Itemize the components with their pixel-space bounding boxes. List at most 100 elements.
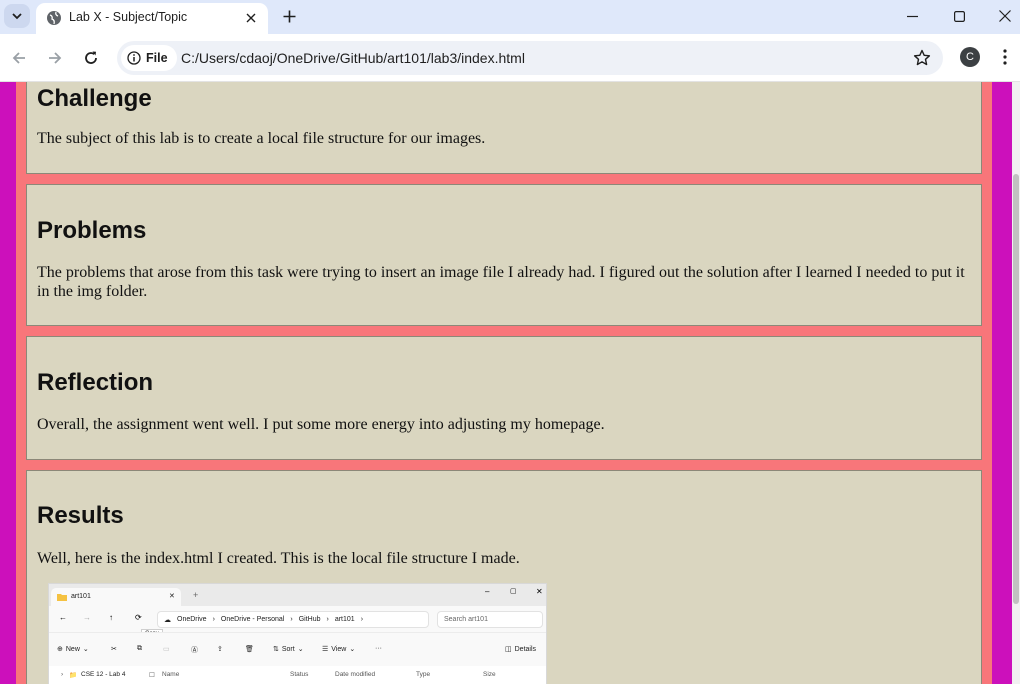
share-icon: ⇪ <box>217 646 223 653</box>
more-vertical-icon <box>1003 49 1007 65</box>
delete-icon: 🗑 <box>245 646 254 653</box>
minimize-icon: – <box>485 587 490 596</box>
explorer-tab: art101 ✕ <box>51 588 181 606</box>
chevron-down-icon <box>12 13 22 20</box>
plus-icon <box>283 10 295 22</box>
reload-icon <box>85 51 97 64</box>
paste-icon: ▭ <box>163 646 170 653</box>
close-icon: ✕ <box>169 593 175 600</box>
command-label: View <box>331 645 347 653</box>
chevron-down-icon: ⌄ <box>297 646 304 653</box>
new-tab-button[interactable] <box>278 5 300 27</box>
section-heading: Problems <box>37 217 147 244</box>
checkbox-icon: ☐ <box>149 672 155 679</box>
explorer-address-row: ← → ↑ ⟳ ☁ OneDrive › OneDrive - Personal ›… <box>49 606 546 632</box>
close-icon <box>999 10 1011 22</box>
tab-title: Lab X - Subject/Topic <box>69 10 188 24</box>
tab-search-button[interactable] <box>4 4 30 28</box>
copy-icon: ⧉ <box>137 645 142 652</box>
minimize-icon <box>906 15 918 17</box>
plus-icon: + <box>193 590 199 600</box>
site-info-chip[interactable]: File <box>121 45 177 71</box>
star-icon[interactable] <box>913 49 931 67</box>
page-scrollbar[interactable] <box>1012 82 1020 684</box>
forward-button[interactable] <box>43 46 67 70</box>
section-challenge: Challenge The subject of this lab is to … <box>26 82 982 174</box>
column-header: Type <box>416 671 431 678</box>
folder-icon <box>57 594 67 601</box>
rename-icon: Ⓐ <box>191 647 198 654</box>
chevron-right-icon: › <box>326 616 329 623</box>
breadcrumb-item: GitHub <box>298 616 321 623</box>
active-tab[interactable]: Lab X - Subject/Topic <box>36 3 268 34</box>
reload-button[interactable] <box>79 46 103 70</box>
close-icon: ✕ <box>536 587 543 596</box>
browser-toolbar: File C:/Users/cdaoj/OneDrive/GitHub/art1… <box>0 34 1020 82</box>
plus-circle-icon: ⊕ <box>57 646 63 653</box>
explorer-search: Search art101 <box>437 611 543 628</box>
command-label: Sort <box>281 645 295 653</box>
section-text: Well, here is the index.html I created. … <box>37 550 520 567</box>
url-text[interactable]: C:/Users/cdaoj/OneDrive/GitHub/art101/la… <box>181 50 525 66</box>
profile-avatar[interactable]: C <box>960 47 980 67</box>
chevron-down-icon: ⌄ <box>349 646 356 653</box>
globe-icon <box>47 11 61 25</box>
minimize-button[interactable] <box>889 0 935 32</box>
explorer-sort-button: ⇅ Sort ⌄ <box>273 645 304 654</box>
reload-icon: ⟳ <box>135 613 142 622</box>
chevron-right-icon: › <box>360 616 364 623</box>
explorer-command-bar: ⊕ New ⌄ ✂ ⧉ ▭ Ⓐ ⇪ 🗑 ⇅ Sort ⌄ ☰ View ⌄ ··· ◫ Det… <box>49 632 546 666</box>
info-icon <box>127 51 141 65</box>
page-viewport: Challenge The subject of this lab is to … <box>0 82 1020 684</box>
explorer-view-button: ☰ View ⌄ <box>322 645 356 654</box>
section-results: Results Well, here is the index.html I c… <box>26 470 982 684</box>
tab-strip: Lab X - Subject/Topic <box>0 0 1020 34</box>
section-heading: Challenge <box>37 85 152 112</box>
folder-icon: 📁 <box>69 672 78 679</box>
command-label: Details <box>514 645 537 653</box>
more-horizontal-icon: ··· <box>375 645 382 652</box>
breadcrumb-item: OneDrive <box>177 616 207 623</box>
view-icon: ☰ <box>322 646 329 653</box>
close-window-button[interactable] <box>982 0 1020 32</box>
breadcrumb-item: art101 <box>334 616 355 623</box>
section-reflection: Reflection Overall, the assignment went … <box>26 336 982 460</box>
scrollbar-thumb[interactable] <box>1013 174 1019 604</box>
menu-button[interactable] <box>998 46 1012 68</box>
arrow-left-icon <box>12 52 25 64</box>
close-icon <box>246 13 256 23</box>
arrow-right-icon: → <box>83 613 91 622</box>
explorer-tab-title: art101 <box>71 593 91 600</box>
close-tab-button[interactable] <box>241 8 261 28</box>
section-heading: Results <box>37 502 124 529</box>
cut-icon: ✂ <box>111 646 117 653</box>
explorer-file-list: › 📁 CSE 12 - Lab 4 ☐ Name Status Date mo… <box>49 666 546 684</box>
section-heading: Reflection <box>37 369 154 396</box>
chevron-right-icon: › <box>290 616 293 623</box>
arrow-left-icon: ← <box>59 613 67 622</box>
explorer-tab-strip: art101 ✕ + – ▢ ✕ <box>49 584 546 606</box>
maximize-button[interactable] <box>936 0 982 32</box>
address-bar[interactable]: File C:/Users/cdaoj/OneDrive/GitHub/art1… <box>117 41 943 75</box>
chevron-right-icon: › <box>212 616 215 623</box>
breadcrumb-item: OneDrive - Personal <box>220 616 285 623</box>
explorer-breadcrumb: ☁ OneDrive › OneDrive - Personal › GitHub ›… <box>157 611 429 628</box>
column-header: Name <box>162 671 180 678</box>
maximize-icon <box>953 10 965 22</box>
arrow-right-icon <box>49 52 62 64</box>
section-text: Overall, the assignment went well. I put… <box>37 416 605 433</box>
column-header: Status <box>290 671 309 678</box>
chevron-down-icon: ⌄ <box>82 646 89 653</box>
file-explorer-screenshot: art101 ✕ + – ▢ ✕ ← → ↑ ⟳ ☁ OneDrive › On… <box>48 583 547 684</box>
back-button[interactable] <box>7 46 31 70</box>
cloud-icon: ☁ <box>164 616 171 624</box>
arrow-up-icon: ↑ <box>109 613 113 622</box>
column-header: Size <box>483 671 496 678</box>
section-text: The problems that arose from this task w… <box>37 264 965 300</box>
page-column: Challenge The subject of this lab is to … <box>16 82 992 684</box>
section-problems: Problems The problems that arose from th… <box>26 184 982 326</box>
chevron-right-icon: › <box>61 671 64 678</box>
command-label: New <box>65 645 80 653</box>
explorer-new-button: ⊕ New ⌄ <box>57 645 89 654</box>
sort-icon: ⇅ <box>273 646 279 653</box>
